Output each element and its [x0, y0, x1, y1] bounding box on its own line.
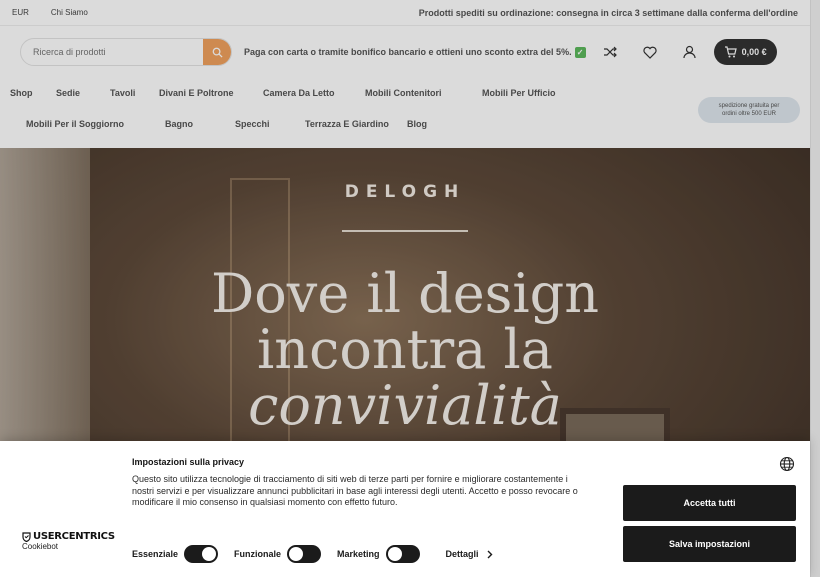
- cookie-title: Impostazioni sulla privacy: [132, 457, 245, 467]
- cookie-consent-dialog: Impostazioni sulla privacy Questo sito u…: [0, 441, 810, 577]
- details-label: Dettagli: [445, 549, 479, 559]
- toggle-marketing-label: Marketing: [337, 549, 380, 559]
- toggle-essential-switch[interactable]: [184, 545, 219, 563]
- logo-usercentrics-text: USERCENTRICS: [33, 531, 115, 542]
- toggle-essential: Essenziale: [132, 545, 219, 563]
- toggle-marketing: Marketing: [337, 545, 420, 563]
- toggle-marketing-switch[interactable]: [385, 545, 420, 563]
- toggle-functional-label: Funzionale: [234, 549, 282, 559]
- switch-knob: [387, 547, 402, 561]
- accept-all-button[interactable]: Accetta tutti: [623, 485, 796, 521]
- toggle-functional-switch[interactable]: [287, 545, 322, 563]
- switch-knob: [202, 547, 217, 561]
- cookie-text: Questo sito utilizza tecnologie di tracc…: [132, 474, 578, 507]
- logo-cookiebot-text: Cookiebot: [22, 542, 59, 551]
- language-globe-icon[interactable]: [779, 456, 795, 472]
- consent-toggles: Essenziale Funzionale Marketing Dettagli: [132, 545, 493, 563]
- shield-icon: [22, 531, 31, 542]
- toggle-essential-label: Essenziale: [132, 549, 179, 559]
- details-button[interactable]: Dettagli: [446, 549, 493, 559]
- chevron-right-icon: [487, 550, 493, 558]
- toggle-functional: Funzionale: [234, 545, 322, 563]
- usercentrics-logo: USERCENTRICS Cookiebot: [22, 531, 115, 551]
- save-settings-button[interactable]: Salva impostazioni: [623, 526, 796, 562]
- switch-knob: [289, 547, 304, 561]
